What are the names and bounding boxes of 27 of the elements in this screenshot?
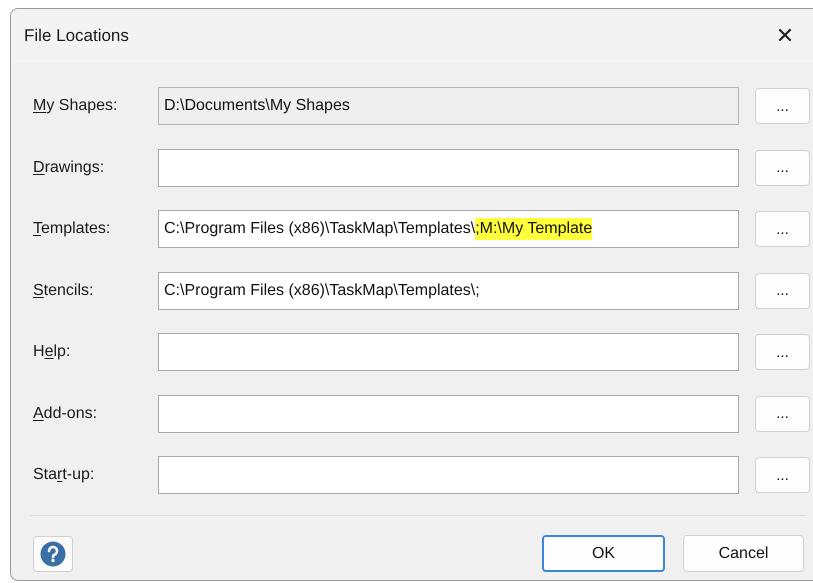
path-field[interactable]: D:\Documents\My Shapes — [158, 87, 739, 125]
path-field[interactable] — [158, 333, 739, 371]
path-field[interactable] — [158, 456, 739, 494]
field-label: Start-up: — [33, 466, 96, 484]
field-label: Help: — [33, 343, 72, 361]
browse-button[interactable]: ... — [755, 272, 810, 308]
help-icon — [40, 540, 66, 566]
browse-button[interactable]: ... — [755, 457, 810, 493]
path-field[interactable] — [158, 394, 739, 432]
ok-button[interactable]: OK — [542, 535, 665, 572]
cancel-button[interactable]: Cancel — [683, 535, 804, 572]
field-label: Add-ons: — [33, 404, 98, 422]
field-label: My Shapes: — [33, 97, 118, 115]
path-field[interactable] — [158, 148, 739, 186]
browse-button[interactable]: ... — [755, 396, 810, 432]
close-button[interactable]: ✕ — [761, 16, 809, 56]
path-field[interactable]: C:\Program Files (x86)\TaskMap\Templates\; — [158, 272, 739, 310]
field-label: Templates: — [33, 220, 112, 238]
browse-button[interactable]: ... — [755, 334, 810, 370]
path-field[interactable]: C:\Program Files (x86)\TaskMap\Templates\;M:\My Template — [158, 210, 739, 248]
browse-button[interactable]: ... — [755, 150, 810, 186]
browse-button[interactable]: ... — [755, 211, 810, 247]
browse-button[interactable]: ... — [755, 88, 810, 124]
field-label: Drawings: — [33, 158, 106, 176]
window-title: File Locations — [24, 26, 129, 46]
field-label: Stencils: — [33, 282, 94, 300]
help-button[interactable] — [33, 536, 73, 572]
